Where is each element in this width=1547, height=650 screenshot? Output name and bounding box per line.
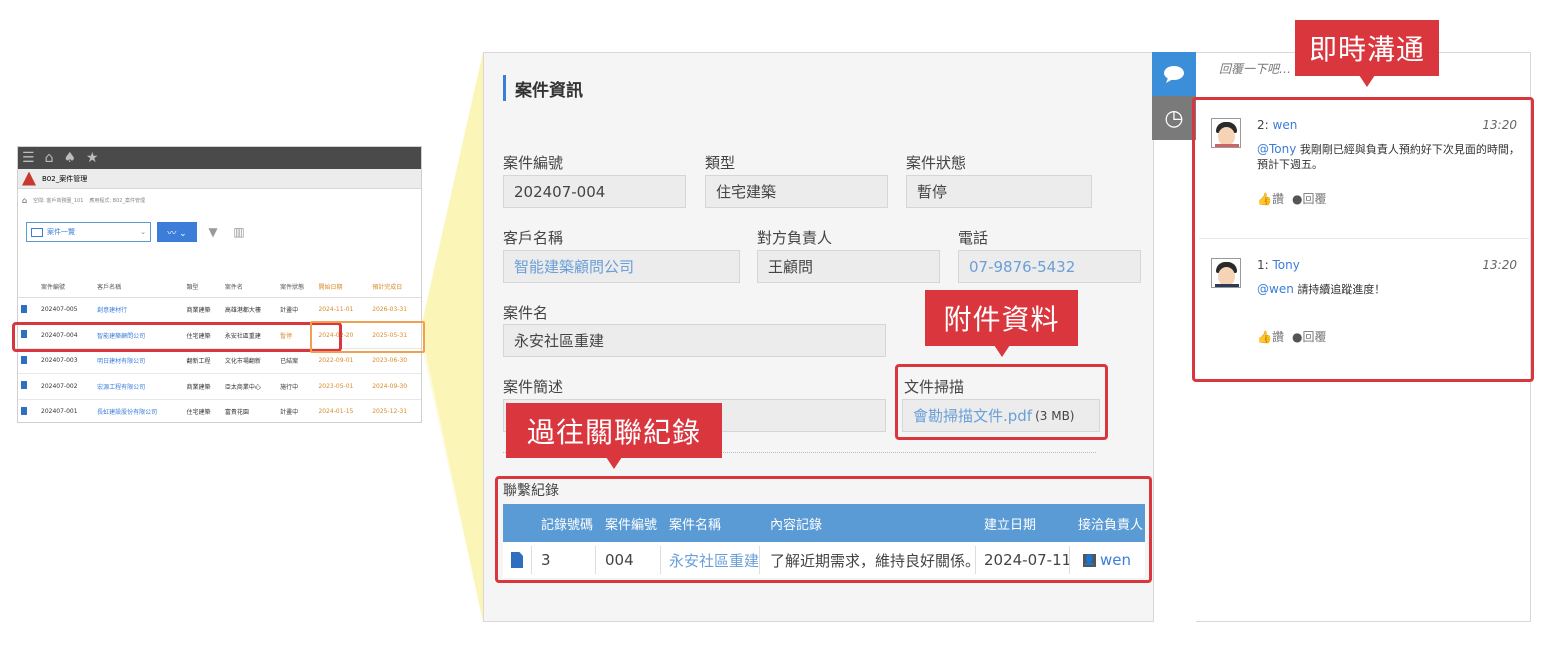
document-icon[interactable]	[21, 381, 27, 390]
case-no-label: 案件編號	[503, 154, 564, 172]
home-icon[interactable]: ⌂	[45, 150, 54, 166]
chart-button[interactable]: 〰 ⌄	[157, 222, 197, 242]
attachment-highlight	[895, 364, 1108, 440]
line-chart-icon: 〰 ⌄	[167, 228, 187, 239]
client-link[interactable]: 智能建築顧問公司	[503, 250, 740, 283]
callout-history: 過往關聯紀錄	[506, 403, 722, 469]
breadcrumb-space[interactable]: 空間: 客戶商務圈_101	[33, 197, 83, 204]
phone-link[interactable]: 07-9876-5432	[958, 250, 1141, 283]
records-highlight	[495, 476, 1152, 583]
table-view-icon	[31, 227, 43, 237]
table-header-cell[interactable]: 案件編號	[38, 277, 95, 298]
cell-name: 富貴花園	[221, 399, 278, 422]
cell-client[interactable]: 宏源工程有限公司	[94, 373, 184, 400]
cell-client[interactable]: 創意建材行	[94, 297, 184, 323]
bar-chart-icon[interactable]: ▥	[229, 222, 249, 242]
home-icon[interactable]: ⌂	[22, 196, 27, 205]
selected-row-highlight	[12, 322, 342, 352]
document-icon[interactable]	[21, 355, 27, 364]
mini-app-header: B02_案件管理	[18, 169, 421, 189]
history-tab[interactable]: ◷	[1152, 96, 1196, 140]
table-row[interactable]: 202407-002 宏源工程有限公司 商業建築 亞太商業中心 施行中 2023…	[18, 373, 421, 400]
document-icon[interactable]	[21, 304, 27, 313]
callout-chat-text: 即時溝通	[1308, 33, 1425, 66]
cell-status: 計畫中	[277, 399, 316, 422]
cell-type: 商業建築	[183, 373, 222, 400]
status-label: 案件狀態	[906, 154, 967, 172]
callout-history-text: 過往關聯紀錄	[526, 415, 701, 449]
cell-type: 住宅建築	[183, 399, 222, 422]
selected-row-zoom-outline	[310, 321, 425, 353]
case-no-field: 202407-004	[503, 175, 686, 208]
table-header-cell[interactable]: 客戶名稱	[94, 277, 184, 298]
cell-type: 商業建築	[183, 297, 222, 323]
table-header-cell[interactable]: 案件名	[221, 277, 278, 298]
cell-name: 亞太商業中心	[221, 373, 278, 400]
cell-end: 2025-12-31	[369, 399, 421, 422]
table-row[interactable]: 202407-001 長虹建設股份有限公司 住宅建築 富貴花園 計畫中 2024…	[18, 399, 421, 422]
type-field: 住宅建築	[705, 175, 888, 208]
cell-status: 施行中	[277, 373, 316, 400]
callout-attachment: 附件資料	[925, 290, 1078, 357]
app-logo-icon	[22, 171, 36, 186]
history-clock-icon: ◷	[1164, 105, 1184, 131]
cell-client[interactable]: 長虹建設股份有限公司	[94, 399, 184, 422]
speech-bubble-icon	[1164, 66, 1184, 83]
chat-tab[interactable]	[1152, 52, 1196, 96]
table-row[interactable]: 202407-005 創意建材行 商業建築 高雄港都大樓 計畫中 2024-11…	[18, 297, 421, 323]
mini-toolbar: 案件一覽 ⌄ 〰 ⌄ ▼ ▥	[26, 221, 249, 243]
cell-id: 202407-002	[38, 373, 95, 400]
cell-end: 2024-09-30	[369, 373, 421, 400]
table-header-cell[interactable]: 開始日期	[315, 277, 370, 298]
client-label: 客戶名稱	[503, 229, 564, 247]
cell-start: 2024-11-01	[315, 297, 370, 323]
bell-icon[interactable]: ♠	[63, 150, 76, 166]
mini-topbar: ☰ ⌂ ♠ ★	[18, 147, 421, 169]
chevron-down-icon: ⌄	[140, 228, 146, 236]
view-select-value: 案件一覽	[47, 228, 75, 236]
phone-label: 電話	[958, 229, 989, 247]
filter-icon[interactable]: ▼	[203, 222, 223, 242]
table-header-blank	[18, 277, 38, 298]
page-title: 案件資訊	[503, 75, 583, 101]
callout-attachment-text: 附件資料	[943, 303, 1060, 336]
cell-status: 計畫中	[277, 297, 316, 323]
star-icon[interactable]: ★	[86, 150, 99, 166]
cell-id: 202407-001	[38, 399, 95, 422]
cell-start: 2023-05-01	[315, 373, 370, 400]
menu-icon[interactable]: ☰	[22, 150, 35, 166]
case-name-label: 案件名	[503, 304, 549, 322]
contact-label: 對方負責人	[757, 229, 833, 247]
breadcrumb: ⌂ 空間: 客戶商務圈_101 應用程式: B02_案件管理	[18, 193, 421, 207]
callout-chat: 即時溝通	[1295, 20, 1439, 87]
contact-field: 王顧問	[757, 250, 940, 283]
reply-input[interactable]: 回覆一下吧…	[1219, 60, 1291, 77]
chat-highlight	[1192, 97, 1534, 382]
table-header-row: 案件編號 客戶名稱 類型 案件名 案件狀態 開始日期 預計完成日	[18, 277, 421, 298]
summary-label: 案件簡述	[503, 378, 564, 396]
cell-end: 2026-03-31	[369, 297, 421, 323]
type-label: 類型	[705, 154, 736, 172]
cell-id: 202407-005	[38, 297, 95, 323]
table-header-cell[interactable]: 預計完成日	[369, 277, 421, 298]
cell-name: 高雄港都大樓	[221, 297, 278, 323]
table-header-cell[interactable]: 案件狀態	[277, 277, 316, 298]
document-icon[interactable]	[21, 406, 27, 415]
case-list-window: ☰ ⌂ ♠ ★ B02_案件管理 ⌂ 空間: 客戶商務圈_101 應用程式: B…	[17, 146, 422, 423]
module-title: B02_案件管理	[42, 174, 88, 183]
breadcrumb-app[interactable]: 應用程式: B02_案件管理	[89, 197, 145, 204]
status-field: 暫停	[906, 175, 1092, 208]
case-name-field: 永安社區重建	[503, 324, 886, 357]
cell-start: 2024-01-15	[315, 399, 370, 422]
table-header-cell[interactable]: 類型	[183, 277, 222, 298]
view-select[interactable]: 案件一覽 ⌄	[26, 222, 151, 242]
